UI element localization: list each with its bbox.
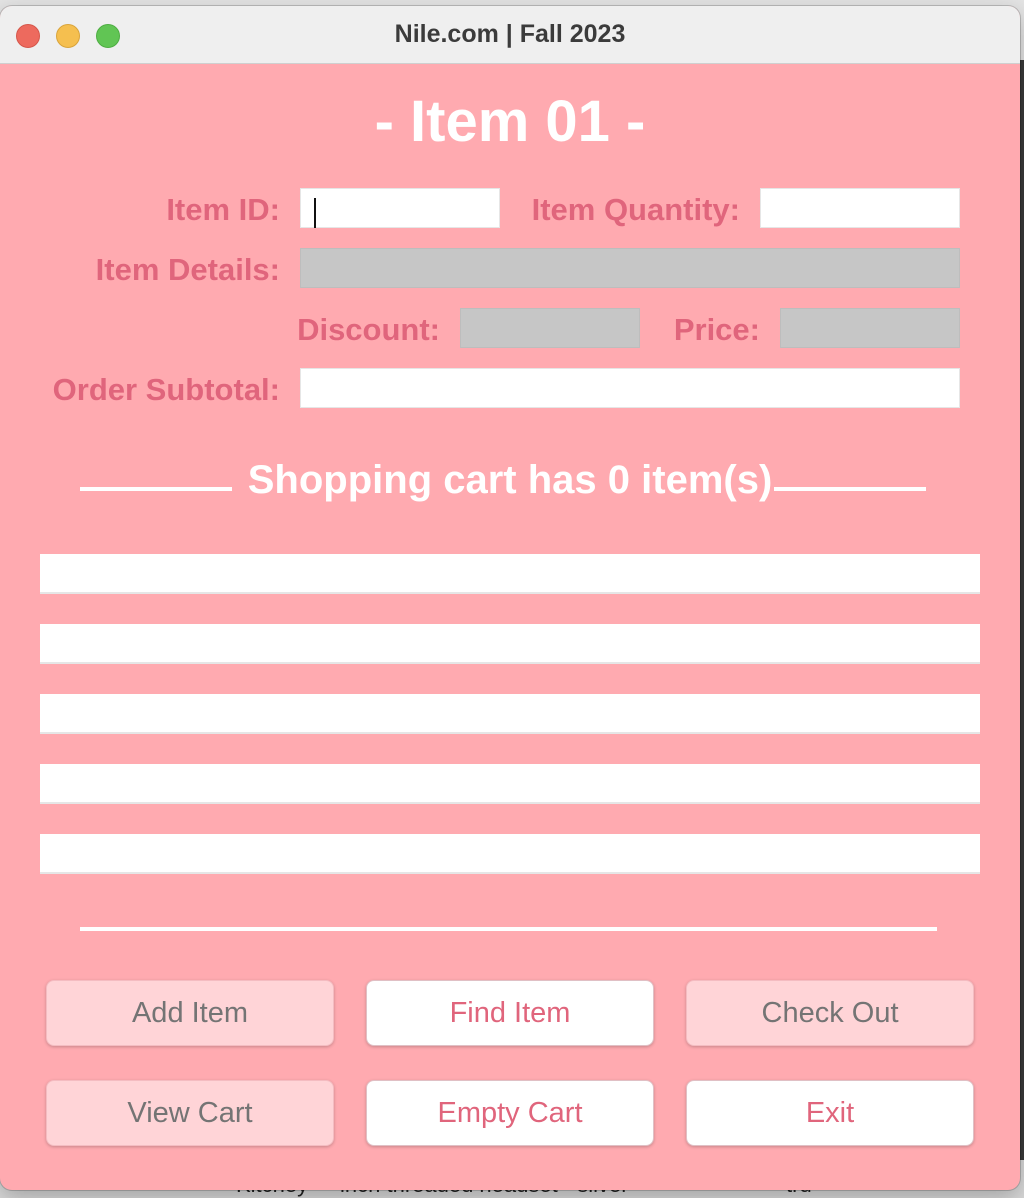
window-title: Nile.com | Fall 2023 [394, 20, 626, 48]
price-field [780, 308, 960, 348]
empty-cart-button[interactable]: Empty Cart [366, 1080, 654, 1146]
order-subtotal-label: Order Subtotal: [52, 372, 280, 407]
order-subtotal-field[interactable] [300, 368, 960, 408]
price-label: Price: [673, 312, 760, 347]
cart-item-row-2 [40, 624, 980, 664]
discount-label: Discount: [297, 312, 440, 347]
cart-divider-right [774, 487, 926, 491]
add-item-button[interactable]: Add Item [46, 980, 334, 1046]
item-id-input[interactable] [300, 188, 500, 228]
cart-item-row-4 [40, 764, 980, 804]
item-details-field [300, 248, 960, 288]
cart-item-row-1 [40, 554, 980, 594]
item-id-label: Item ID: [166, 192, 280, 227]
text-cursor [314, 198, 316, 228]
main-panel: - Item 01 - Item ID: Item Quantity: Item… [0, 64, 1020, 1190]
discount-field [460, 308, 640, 348]
app-window: Nile.com | Fall 2023 - Item 01 - Item ID… [0, 6, 1020, 1190]
exit-button[interactable]: Exit [686, 1080, 974, 1146]
cart-title: Shopping cart has 0 item(s) [247, 458, 773, 502]
item-quantity-label: Item Quantity: [531, 192, 740, 227]
view-cart-button[interactable]: View Cart [46, 1080, 334, 1146]
cart-item-row-5 [40, 834, 980, 874]
bottom-divider [80, 927, 937, 931]
item-details-label: Item Details: [95, 252, 280, 287]
cart-item-row-3 [40, 694, 980, 734]
item-heading: - Item 01 - [374, 89, 646, 154]
find-item-button[interactable]: Find Item [366, 980, 654, 1046]
item-quantity-input[interactable] [760, 188, 960, 228]
title-bar: Nile.com | Fall 2023 [0, 6, 1020, 64]
check-out-button[interactable]: Check Out [686, 980, 974, 1046]
